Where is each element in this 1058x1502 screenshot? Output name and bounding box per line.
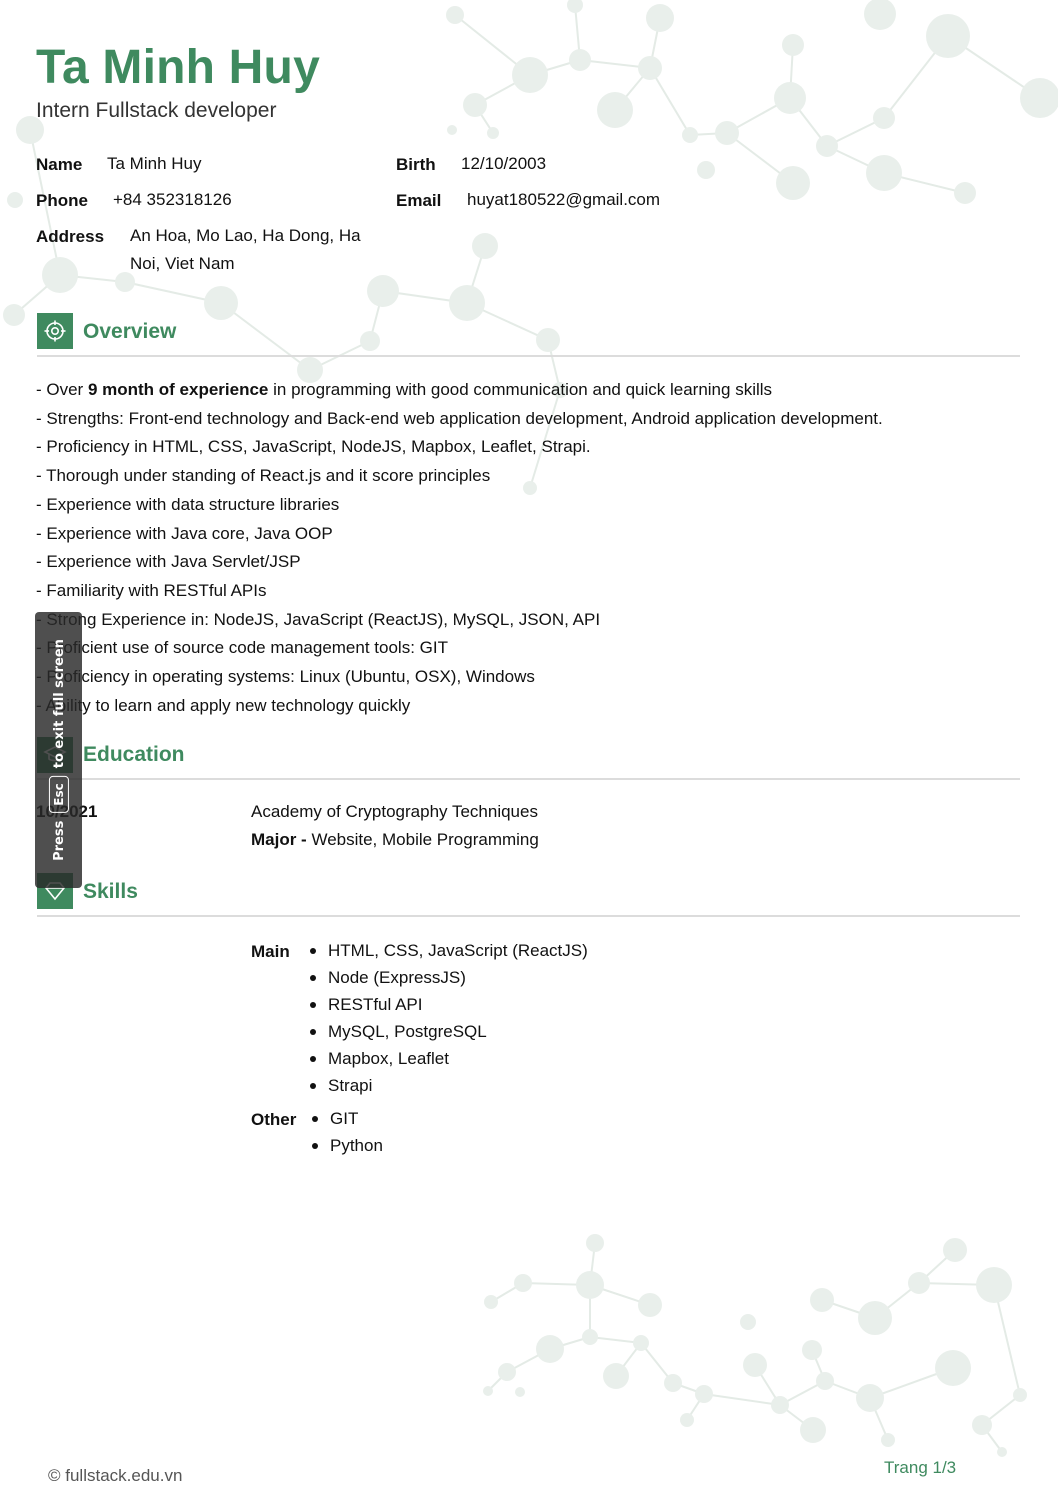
skill-item: Node (ExpressJS)	[310, 964, 588, 991]
hint-message: to exit full screen	[51, 639, 67, 769]
overview-item: - Strengths: Front-end technology and Ba…	[36, 408, 883, 428]
birth-label: Birth	[396, 155, 436, 174]
overview-item: - Proficiency in operating systems: Linu…	[36, 667, 535, 687]
education-school: Academy of Cryptography Techniques	[251, 802, 538, 821]
skills-other-label: Other	[251, 1110, 297, 1129]
major-label: Major -	[251, 830, 312, 849]
name-label: Name	[36, 155, 83, 174]
section-title-education: Education	[83, 743, 185, 766]
footer-copyright: © fullstack.edu.vn	[48, 1466, 183, 1485]
overview-item: - Proficiency in HTML, CSS, JavaScript, …	[36, 437, 591, 457]
page-number: Trang 1/3	[884, 1458, 957, 1477]
address-line-2: Noi, Viet Nam	[130, 254, 235, 273]
overview-item: - Experience with Java Servlet/JSP	[36, 552, 301, 572]
overview-item: - Proficient use of source code manageme…	[36, 638, 448, 658]
job-title: Intern Fullstack developer	[36, 99, 277, 122]
skills-main-label: Main	[251, 942, 290, 961]
esc-key: Esc	[48, 776, 69, 813]
skill-item: Python	[312, 1132, 383, 1159]
skill-item: Mapbox, Leaflet	[310, 1045, 588, 1072]
skill-item: RESTful API	[310, 991, 588, 1018]
resume-page: Ta Minh Huy Intern Fullstack developer N…	[0, 0, 1058, 1502]
skills-main-list: HTML, CSS, JavaScript (ReactJS) Node (Ex…	[310, 937, 588, 1099]
overview-item: - Familiarity with RESTful APIs	[36, 580, 267, 600]
education-major: Major - Website, Mobile Programming	[251, 830, 539, 850]
overview-list: - Over 9 month of experience in programm…	[36, 376, 883, 720]
address-label: Address	[36, 227, 105, 246]
overview-item: - Experience with data structure librari…	[36, 494, 340, 514]
skill-item: HTML, CSS, JavaScript (ReactJS)	[310, 937, 588, 964]
address-line-1: An Hoa, Mo Lao, Ha Dong, Ha	[130, 226, 361, 245]
section-divider	[37, 915, 1020, 917]
birth-value: 12/10/2003	[461, 154, 547, 173]
skill-item: GIT	[312, 1105, 383, 1132]
section-title-skills: Skills	[83, 880, 138, 903]
section-divider	[37, 778, 1020, 780]
email-value: huyat180522@gmail.com	[467, 190, 661, 209]
phone-value: +84 352318126	[113, 190, 232, 209]
major-value: Website, Mobile Programming	[311, 830, 539, 849]
overview-item: - Experience with Java core, Java OOP	[36, 523, 333, 543]
overview-item: - Ability to learn and apply new technol…	[36, 695, 411, 715]
section-divider	[37, 355, 1020, 357]
skill-item: Strapi	[310, 1072, 588, 1099]
exit-fullscreen-hint[interactable]: Press Esc to exit full screen	[35, 612, 82, 888]
name-value: Ta Minh Huy	[107, 154, 202, 173]
skills-other-list: GIT Python	[312, 1105, 383, 1159]
target-icon	[37, 313, 73, 349]
skill-item: MySQL, PostgreSQL	[310, 1018, 588, 1045]
overview-item: - Over 9 month of experience in programm…	[36, 380, 773, 399]
email-label: Email	[396, 191, 442, 210]
phone-label: Phone	[36, 191, 88, 210]
hint-press-text: Press	[51, 820, 67, 861]
overview-item: - Thorough under standing of React.js an…	[36, 466, 491, 486]
candidate-name: Ta Minh Huy	[36, 41, 320, 94]
section-title-overview: Overview	[83, 320, 177, 343]
overview-item: - Strong Experience in: NodeJS, JavaScri…	[36, 609, 601, 629]
